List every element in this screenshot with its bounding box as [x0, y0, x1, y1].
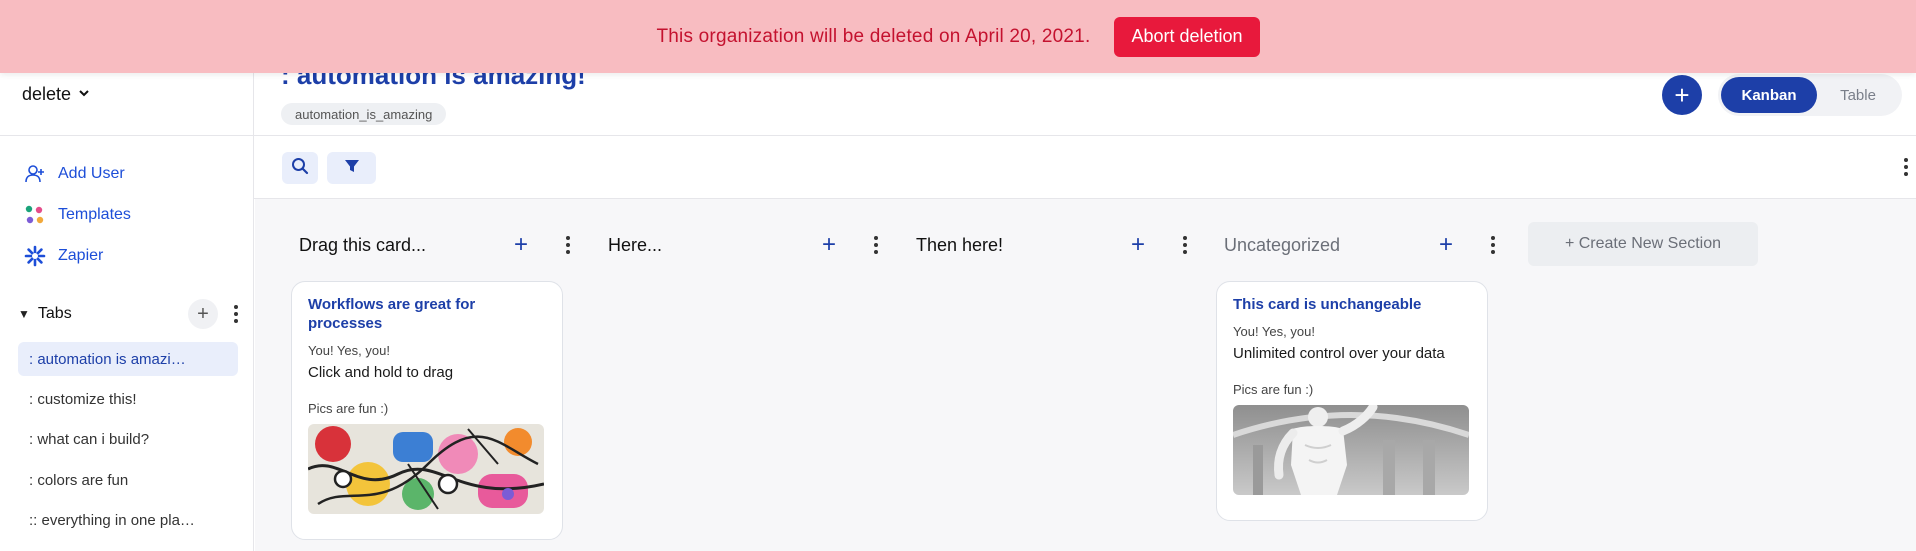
tab-item-label: : what can i build?	[29, 430, 150, 448]
zapier-icon	[24, 245, 46, 267]
sidebar-link-add-user[interactable]: Add User	[24, 163, 125, 185]
statue-image	[1233, 405, 1469, 495]
templates-icon	[24, 204, 46, 226]
column-title: Then here!	[916, 234, 1004, 255]
card-pics-label: Pics are fun :)	[308, 401, 389, 416]
filter-icon	[343, 157, 361, 180]
deletion-banner: This organization will be deleted on Apr…	[0, 0, 1916, 73]
column-title: Drag this card...	[299, 234, 427, 255]
sidebar-link-label: Zapier	[58, 247, 104, 264]
chevron-down-icon	[77, 84, 91, 105]
tab-item-label: :: everything in one pla…	[29, 511, 195, 529]
card-field-value: Unlimited control over your data	[1233, 345, 1445, 362]
add-card-to-column-button[interactable]: +	[1439, 232, 1453, 258]
tab-item[interactable]: : customize this!	[18, 382, 238, 416]
column-menu-icon[interactable]	[868, 236, 884, 254]
card-field-label: You! Yes, you!	[1233, 324, 1315, 339]
column-header: Drag this card...	[299, 232, 426, 258]
create-new-section-button[interactable]: + Create New Section	[1528, 222, 1758, 266]
add-user-icon	[24, 163, 46, 185]
abort-deletion-button[interactable]: Abort deletion	[1114, 16, 1260, 57]
view-toggle: Kanban Table	[1718, 74, 1902, 116]
card-title: This card is unchangeable	[1233, 296, 1422, 313]
tabs-label: Tabs	[37, 305, 72, 322]
sidebar-link-templates[interactable]: Templates	[24, 204, 131, 226]
header-divider	[254, 135, 1916, 136]
add-tab-button[interactable]: +	[188, 299, 218, 329]
sidebar-link-label: Add User	[58, 165, 125, 182]
tab-item[interactable]: :: everything in one pla…	[18, 503, 238, 537]
add-card-to-column-button[interactable]: +	[514, 232, 528, 258]
column-title: Here...	[608, 234, 663, 255]
sidebar-link-zapier[interactable]: Zapier	[24, 245, 103, 267]
card-pics-label: Pics are fun :)	[1233, 382, 1314, 397]
table-view-button[interactable]: Table	[1817, 77, 1899, 113]
tab-item[interactable]: : what can i build?	[18, 422, 238, 456]
tabs-section-header: ▼ Tabs +	[18, 299, 244, 329]
caret-down-icon[interactable]: ▼	[18, 307, 30, 321]
column-header: Here...	[608, 232, 662, 258]
kanban-view-button[interactable]: Kanban	[1721, 77, 1817, 113]
card-field-label: You! Yes, you!	[308, 343, 390, 358]
page-tag: automation_is_amazing	[281, 103, 447, 125]
tab-item-label: : customize this!	[29, 390, 137, 408]
org-name: delete	[22, 84, 72, 104]
search-button[interactable]	[282, 152, 318, 184]
tab-item[interactable]: : automation is amazi…	[18, 342, 238, 376]
column-header: Then here!	[916, 232, 1003, 258]
add-card-button[interactable]: +	[1662, 75, 1702, 115]
org-switcher[interactable]: delete	[22, 84, 91, 105]
column-menu-icon[interactable]	[1177, 236, 1193, 254]
board-menu-icon[interactable]	[1898, 158, 1914, 176]
add-card-to-column-button[interactable]: +	[1131, 232, 1145, 258]
tab-item-label: : automation is amazi…	[29, 350, 186, 368]
sidebar-divider	[0, 135, 254, 136]
sidebar: delete Add User Templates Zapier ▼ Tabs …	[0, 0, 254, 551]
column-menu-icon[interactable]	[560, 236, 576, 254]
tabs-menu-icon[interactable]	[228, 305, 244, 323]
add-card-to-column-button[interactable]: +	[822, 232, 836, 258]
sidebar-link-label: Templates	[58, 206, 131, 223]
card-field-value: Click and hold to drag	[308, 364, 454, 381]
deletion-message: This organization will be deleted on Apr…	[656, 25, 1091, 47]
filter-button[interactable]	[327, 152, 376, 184]
column-header: Uncategorized	[1224, 232, 1340, 258]
tab-item[interactable]: : colors are fun	[18, 463, 238, 497]
column-menu-icon[interactable]	[1485, 236, 1501, 254]
doodle-art-image	[308, 424, 544, 514]
column-title: Uncategorized	[1224, 234, 1341, 255]
search-icon	[291, 157, 309, 180]
kanban-card[interactable]: This card is unchangeable You! Yes, you!…	[1216, 281, 1488, 521]
kanban-card[interactable]: Workflows are great for processes You! Y…	[291, 281, 563, 540]
tab-item-label: : colors are fun	[29, 471, 129, 489]
card-title: Workflows are great for processes	[308, 296, 476, 332]
